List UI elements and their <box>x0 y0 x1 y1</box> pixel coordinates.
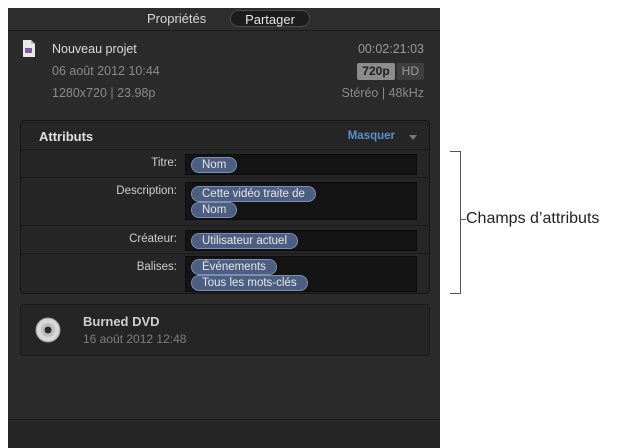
project-audio: Stéréo | 48kHz <box>341 86 424 100</box>
attribute-token[interactable]: Nom <box>191 202 238 218</box>
inspector-tabbar: Propriétés Partager <box>8 8 440 31</box>
tab-share[interactable]: Partager <box>230 10 310 27</box>
tab-properties[interactable]: Propriétés <box>147 10 206 27</box>
attribute-row-tags: Balises: Événements Tous les mots-clés <box>21 253 429 294</box>
attribute-row-title: Titre: Nom <box>21 149 429 178</box>
callout-bracket <box>450 151 461 294</box>
project-file-icon <box>23 40 35 57</box>
project-resolution: 1280x720 | 23.98p <box>52 86 156 100</box>
callout-label: Champs d’attributs <box>466 210 600 227</box>
attribute-token[interactable]: Cette vidéo traite de <box>191 186 316 202</box>
attributes-section: Attributs Masquer Titre: Nom Description… <box>20 120 430 294</box>
format-badges: 720p HD <box>357 63 424 80</box>
attribute-label: Titre: <box>151 157 177 169</box>
project-duration: 00:02:21:03 <box>357 42 424 56</box>
disclosure-triangle-icon[interactable] <box>409 135 417 140</box>
tags-field[interactable]: Événements Tous les mots-clés <box>185 256 417 292</box>
badge-720p: 720p <box>357 63 395 80</box>
badge-hd: HD <box>396 63 424 80</box>
attribute-row-description: Description: Cette vidéo traite de Nom <box>21 177 429 226</box>
attribute-label: Balises: <box>136 261 177 273</box>
project-name: Nouveau projet <box>52 42 137 56</box>
project-date: 06 août 2012 10:44 <box>52 64 160 78</box>
share-item-dvd[interactable]: Burned DVD 16 août 2012 12:48 <box>20 304 430 356</box>
attribute-token[interactable]: Événements <box>191 259 277 275</box>
dvd-disc-icon <box>35 317 61 343</box>
attribute-token[interactable]: Tous les mots-clés <box>191 275 308 291</box>
share-item-title: Burned DVD <box>83 314 160 329</box>
attributes-heading: Attributs <box>39 129 94 144</box>
share-item-date: 16 août 2012 12:48 <box>83 332 187 346</box>
description-field[interactable]: Cette vidéo traite de Nom <box>185 182 417 220</box>
hide-button[interactable]: Masquer <box>348 130 395 142</box>
attribute-row-creator: Créateur: Utilisateur actuel <box>21 225 429 254</box>
title-field[interactable]: Nom <box>185 154 417 175</box>
attribute-token[interactable]: Utilisateur actuel <box>191 233 299 249</box>
share-inspector-panel: Propriétés Partager Nouveau projet 00:02… <box>8 8 440 448</box>
attribute-token[interactable]: Nom <box>191 157 238 173</box>
attribute-label: Description: <box>116 185 177 197</box>
attribute-label: Créateur: <box>129 233 177 245</box>
creator-field[interactable]: Utilisateur actuel <box>185 230 417 251</box>
inspector-footer <box>8 419 440 448</box>
